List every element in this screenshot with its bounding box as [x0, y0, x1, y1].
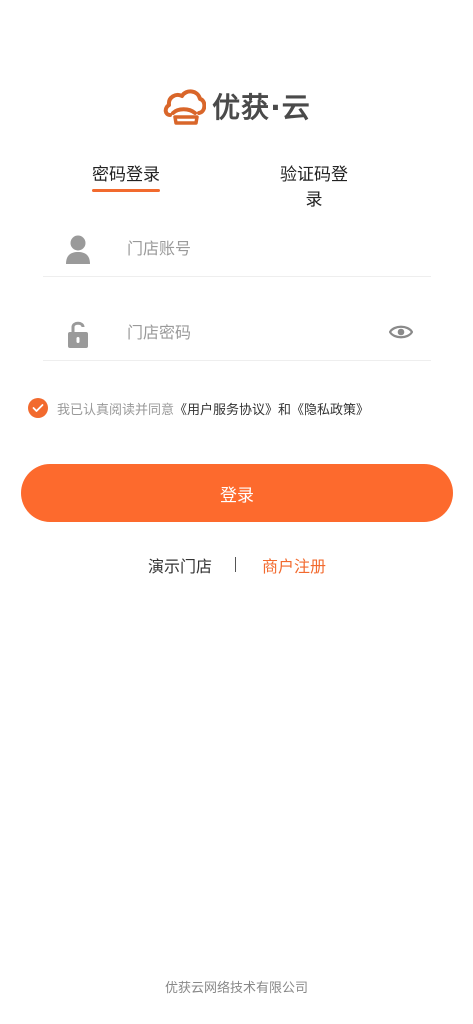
cloud-hat-logo-icon: [163, 89, 207, 125]
password-field: [43, 276, 431, 361]
eye-icon[interactable]: [389, 324, 413, 340]
app-logo: 优获·云: [0, 84, 473, 128]
bottom-links: 演示门店 商户注册: [0, 553, 473, 577]
link-separator: [235, 557, 236, 572]
agreement-conjunction: 和: [278, 402, 292, 418]
user-icon: [66, 235, 90, 264]
merchant-register-link[interactable]: 商户注册: [262, 553, 326, 577]
checkmark-icon: [32, 404, 44, 412]
login-mode-tabs: 密码登录 验证码登录: [0, 160, 473, 210]
account-input[interactable]: [127, 236, 377, 260]
account-field: [43, 192, 431, 277]
logo-text: 优获·云: [212, 91, 311, 124]
password-input[interactable]: [127, 320, 377, 344]
login-button[interactable]: 登录: [21, 464, 453, 522]
agreement-prefix: 我已认真阅读并同意: [57, 402, 175, 418]
user-agreement-link[interactable]: 《用户服务协议》: [174, 399, 278, 418]
tab-password-login-label: 密码登录: [92, 165, 160, 185]
privacy-policy-link[interactable]: 《隐私政策》: [291, 399, 369, 418]
agreement-row: 我已认真阅读并同意 《用户服务协议》 和 《隐私政策》: [28, 397, 369, 419]
tab-password-login[interactable]: 密码登录: [92, 160, 160, 192]
company-footer: 优获云网络技术有限公司: [164, 981, 308, 996]
demo-store-link[interactable]: 演示门店: [148, 553, 212, 577]
agreement-checkbox[interactable]: [28, 398, 48, 418]
lock-icon: [68, 321, 88, 348]
